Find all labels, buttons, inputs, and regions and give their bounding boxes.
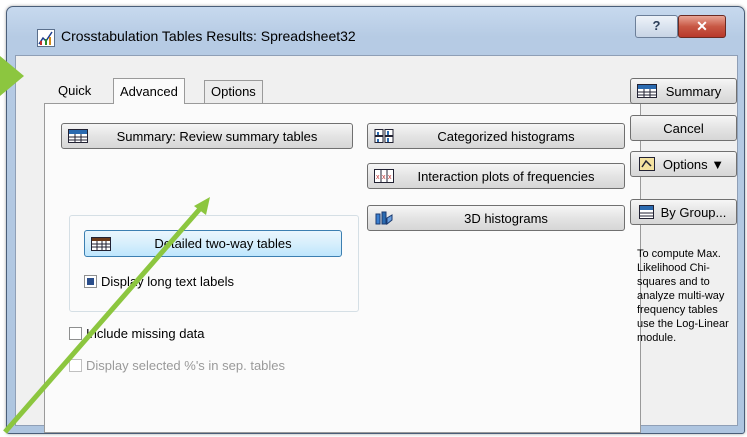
help-button[interactable]: ? — [635, 15, 678, 38]
detailed-two-way-tables-button[interactable]: Detailed two-way tables — [84, 230, 342, 257]
include-missing-data-checkbox[interactable]: Include missing data — [69, 326, 205, 341]
summary-review-button[interactable]: Summary: Review summary tables — [61, 123, 353, 149]
by-group-button[interactable]: By Group... — [630, 199, 737, 225]
3d-histograms-label: 3D histograms — [464, 210, 548, 226]
options-dropdown-button[interactable]: Options ▼ — [630, 151, 737, 177]
by-group-label: By Group... — [660, 204, 727, 220]
chart-app-icon — [37, 29, 55, 47]
checkbox-box[interactable] — [69, 327, 82, 340]
svg-text:x: x — [376, 174, 380, 181]
display-selected-pct-label: Display selected %'s in sep. tables — [86, 358, 286, 373]
categorized-histograms-label: Categorized histograms — [437, 128, 575, 144]
interaction-plot-icon: x x x — [374, 169, 394, 183]
spreadsheet-icon — [68, 129, 88, 143]
tab-advanced[interactable]: Advanced — [113, 78, 185, 104]
include-missing-data-label: Include missing data — [86, 326, 205, 341]
by-group-icon — [639, 205, 654, 219]
display-selected-pct-checkbox: Display selected %'s in sep. tables — [69, 358, 285, 373]
interaction-plots-button[interactable]: x x x Interaction plots of frequencies — [367, 163, 625, 189]
svg-text:x: x — [388, 174, 392, 181]
title-bar[interactable]: Crosstabulation Tables Results: Spreadsh… — [7, 7, 744, 55]
spreadsheet-icon — [637, 84, 657, 98]
display-long-labels-label: Display long text labels — [101, 274, 234, 289]
categorized-histogram-icon — [374, 129, 394, 143]
advanced-tab-panel: Summary: Review summary tables Categoriz… — [44, 103, 641, 433]
dialog-window: Crosstabulation Tables Results: Spreadsh… — [6, 6, 745, 434]
cancel-button[interactable]: Cancel — [630, 115, 737, 141]
display-long-labels-checkbox[interactable]: Display long text labels — [84, 274, 234, 289]
dialog-client-area: Quick Advanced Options Summary: Review s… — [15, 55, 738, 433]
detailed-two-way-tables-label: Detailed two-way tables — [154, 236, 292, 251]
svg-text:x: x — [382, 174, 386, 181]
log-linear-hint-text: To compute Max. Likelihood Chi-squares a… — [637, 248, 729, 344]
tab-quick[interactable]: Quick — [52, 80, 97, 102]
checkbox-box[interactable] — [84, 275, 97, 288]
side-summary-label: Summary — [665, 83, 722, 99]
side-summary-button[interactable]: Summary — [630, 78, 737, 104]
cancel-label: Cancel — [663, 120, 704, 136]
options-label: Options ▼ — [662, 156, 725, 172]
two-way-tables-group: Detailed two-way tables Display long tex… — [69, 215, 359, 312]
categorized-histograms-button[interactable]: Categorized histograms — [367, 123, 625, 149]
close-button[interactable]: ✕ — [678, 15, 726, 38]
3d-histograms-button[interactable]: 3D histograms — [367, 205, 625, 231]
3d-histogram-icon — [375, 211, 393, 225]
table-grid-icon — [91, 236, 111, 251]
summary-review-label: Summary: Review summary tables — [116, 128, 318, 144]
window-title: Crosstabulation Tables Results: Spreadsh… — [61, 28, 356, 44]
options-icon — [639, 157, 655, 171]
tab-options[interactable]: Options — [204, 80, 263, 103]
checkbox-box — [69, 359, 82, 372]
interaction-plots-label: Interaction plots of frequencies — [417, 168, 595, 184]
